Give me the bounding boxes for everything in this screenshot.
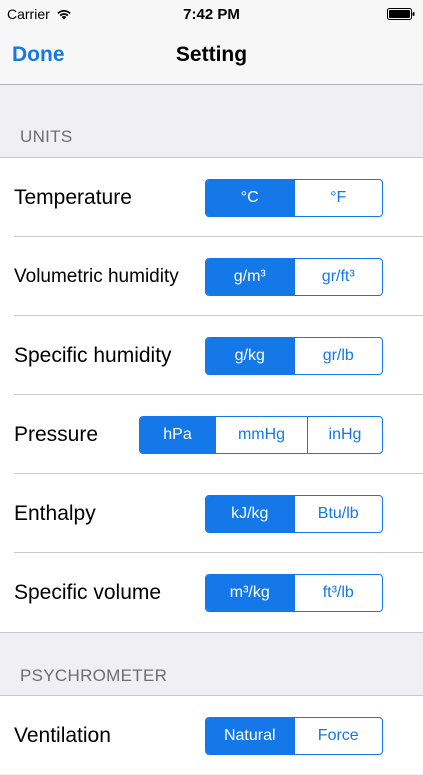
segment-g-m3[interactable]: g/m³ [206,259,294,295]
row-specific-humidity: Specific humidity g/kg gr/lb [0,316,423,395]
ventilation-segmented-control: Natural Force [205,717,383,755]
navigation-bar: Done Setting [0,28,423,85]
status-bar: Carrier 7:42 PM [0,0,423,28]
segment-inhg[interactable]: inHg [307,417,382,453]
row-temperature: Temperature °C °F [0,158,423,237]
status-time: 7:42 PM [183,6,240,23]
pressure-segmented-control: hPa mmHg inHg [139,416,383,454]
units-group: Temperature °C °F Volumetric humidity g/… [0,157,423,633]
segment-force[interactable]: Force [293,718,383,754]
section-header-units: UNITS [20,127,73,146]
page-title: Setting [175,43,248,66]
segment-kj-kg[interactable]: kJ/kg [206,496,294,532]
battery-icon [387,8,415,20]
segment-hpa[interactable]: hPa [140,417,215,453]
row-label: Enthalpy [14,502,96,525]
row-label: Pressure [14,423,99,446]
psychrometer-group: Ventilation Natural Force [0,695,423,774]
enthalpy-segmented-control: kJ/kg Btu/lb [205,495,383,533]
segment-ft3-lb[interactable]: ft³/lb [293,575,383,611]
row-volumetric-humidity: Volumetric humidity g/m³ gr/ft³ [0,237,423,316]
section-header-psychrometer: PSYCHROMETER [20,666,168,685]
segment-fahrenheit[interactable]: °F [293,180,383,216]
segment-g-kg[interactable]: g/kg [206,338,294,374]
row-ventilation: Ventilation Natural Force [0,696,423,775]
volumetric-humidity-segmented-control: g/m³ gr/ft³ [205,258,383,296]
row-label: Specific volume [14,581,162,604]
row-specific-volume: Specific volume m³/kg ft³/lb [0,553,423,632]
temperature-segmented-control: °C °F [205,179,383,217]
segment-m3-kg[interactable]: m³/kg [206,575,294,611]
segment-natural[interactable]: Natural [206,718,294,754]
segment-btu-lb[interactable]: Btu/lb [293,496,383,532]
segment-mmhg[interactable]: mmHg [215,417,307,453]
segment-gr-ft3[interactable]: gr/ft³ [293,259,383,295]
row-label: Ventilation [14,724,111,747]
row-pressure: Pressure hPa mmHg inHg [0,395,423,474]
segment-gr-lb[interactable]: gr/lb [293,338,383,374]
segment-celsius[interactable]: °C [206,180,294,216]
row-label: Volumetric humidity [14,266,179,287]
row-label: Specific humidity [14,344,172,367]
specific-volume-segmented-control: m³/kg ft³/lb [205,574,383,612]
specific-humidity-segmented-control: g/kg gr/lb [205,337,383,375]
row-enthalpy: Enthalpy kJ/kg Btu/lb [0,474,423,553]
row-label: Temperature [14,186,132,209]
